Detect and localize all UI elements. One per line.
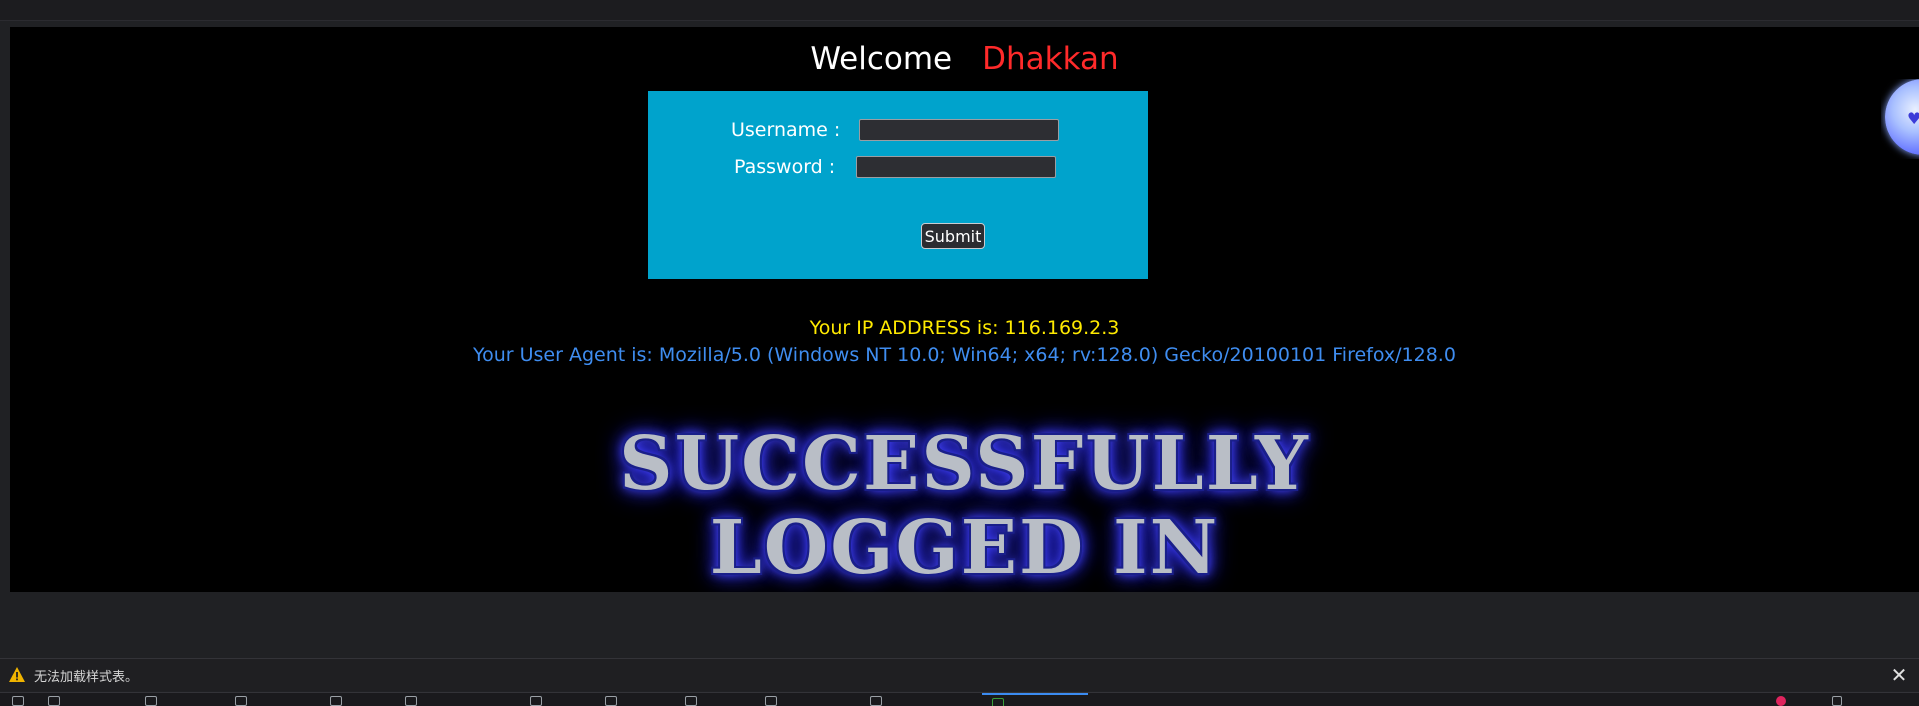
memory-icon (530, 696, 542, 706)
page-content: Welcome Dhakkan Username : Password : Sub… (10, 27, 1919, 592)
password-label: Password : (734, 156, 836, 178)
ip-address-text: Your IP ADDRESS is: 116.169.2.3 (809, 317, 1120, 339)
devtools-tab-performance[interactable] (405, 693, 485, 706)
accessibility-icon (685, 696, 697, 706)
devtools-tab-console[interactable] (48, 693, 128, 706)
notice-message: 无法加载样式表。 (34, 670, 139, 685)
devtools-tab-accessibility[interactable] (685, 693, 765, 706)
hackbar-icon (870, 696, 882, 706)
inspector-icon (12, 696, 24, 706)
devtools-tab-style-editor[interactable] (330, 693, 410, 706)
devtools-tab-hackbar[interactable] (870, 693, 950, 706)
browser-window: Welcome Dhakkan Username : Password : Sub… (0, 0, 1919, 706)
username-row: Username : (648, 117, 1148, 147)
devtools-tab-memory[interactable] (530, 693, 610, 706)
devtools-tab-active[interactable] (982, 693, 1088, 706)
dock-icon[interactable] (1832, 696, 1842, 706)
debugger-icon (145, 696, 157, 706)
welcome-greeting: Welcome (810, 41, 953, 77)
warning-icon (9, 667, 25, 682)
username-input[interactable] (859, 119, 1059, 141)
user-agent-text: Your User Agent is: Mozilla/5.0 (Windows… (473, 344, 1456, 366)
application-icon (765, 696, 777, 706)
heart-icon: ♥ (1907, 109, 1919, 128)
login-form: Username : Password : Submit (648, 91, 1148, 279)
submit-button[interactable]: Submit (921, 223, 985, 249)
devtools-toolbar (0, 692, 1919, 706)
performance-icon (405, 696, 417, 706)
success-banner-line1: SUCCESSFULLY (619, 421, 1310, 507)
success-banner: SUCCESSFULLY LOGGED IN (10, 422, 1919, 590)
storage-icon (605, 696, 617, 706)
close-icon[interactable]: ✕ (1887, 663, 1911, 687)
style-editor-icon (330, 696, 342, 706)
network-icon (235, 696, 247, 706)
password-row: Password : (648, 154, 1148, 184)
console-icon (48, 696, 60, 706)
active-tab-icon (992, 698, 1004, 706)
welcome-user-name: Dhakkan (982, 41, 1119, 77)
browser-top-strip (0, 0, 1919, 21)
devtools-tab-network[interactable] (235, 693, 315, 706)
devtools-tab-debugger[interactable] (145, 693, 225, 706)
success-banner-line2: LOGGED IN (709, 505, 1220, 591)
welcome-heading: Welcome Dhakkan (10, 27, 1919, 91)
devtools-tab-storage[interactable] (605, 693, 685, 706)
error-count-icon[interactable] (1776, 696, 1786, 706)
devtools-tab-application[interactable] (765, 693, 845, 706)
notice-bar: 无法加载样式表。 ✕ (0, 658, 1919, 691)
username-label: Username : (731, 119, 841, 141)
assistant-orb-icon[interactable]: ♥ (1881, 79, 1919, 159)
password-input[interactable] (856, 156, 1056, 178)
